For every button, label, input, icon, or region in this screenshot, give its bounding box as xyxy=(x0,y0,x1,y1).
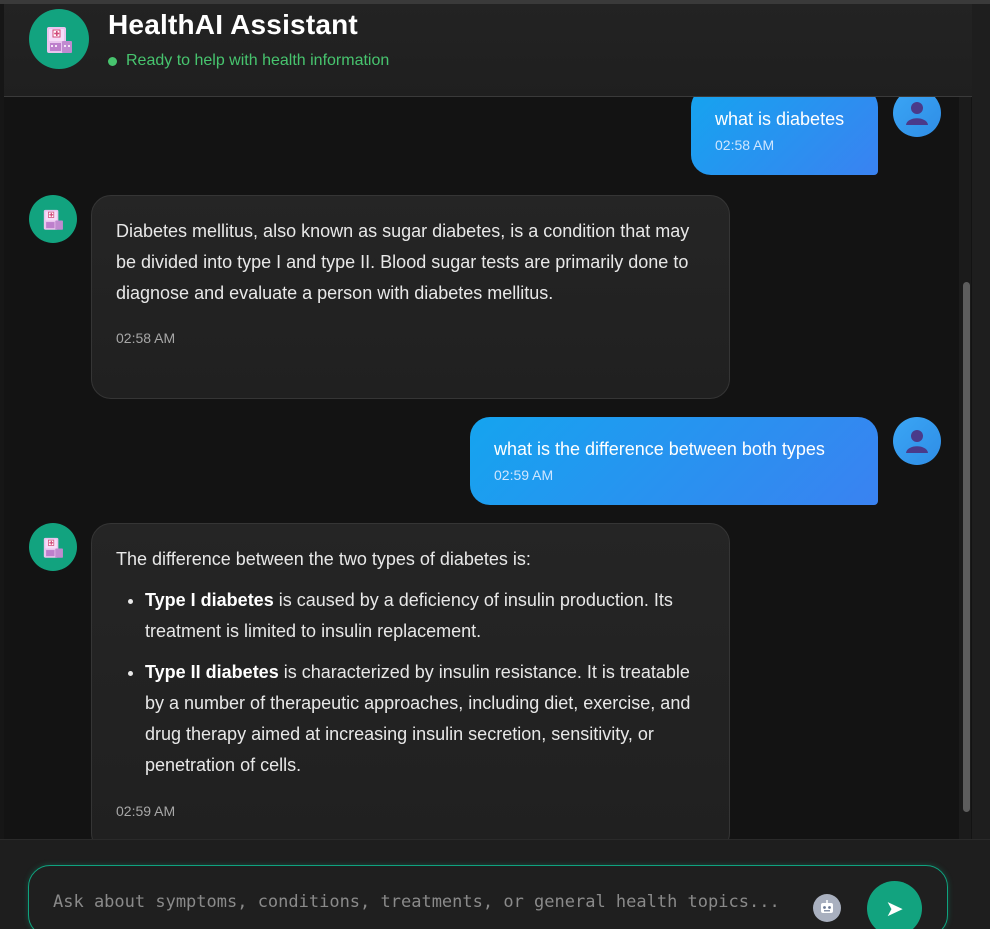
user-avatar xyxy=(893,417,941,465)
user-avatar xyxy=(893,97,941,137)
user-message-bubble: what is the difference between both type… xyxy=(470,417,878,505)
message-input[interactable] xyxy=(51,886,815,918)
assistant-message-bubble: The difference between the two types of … xyxy=(91,523,730,839)
user-icon xyxy=(906,430,928,453)
assistant-avatar xyxy=(29,523,77,571)
chat-input-area: ➤ xyxy=(0,839,990,929)
assistant-avatar xyxy=(29,195,77,243)
user-icon xyxy=(906,102,928,125)
status-text: Ready to help with health information xyxy=(126,52,390,69)
hospital-icon xyxy=(43,209,63,230)
message-time: 02:58 AM xyxy=(116,330,176,346)
diabetes-types-list: Type I diabetes is caused by a deficienc… xyxy=(116,585,705,781)
window-right-edge xyxy=(972,4,990,842)
message-time: 02:58 AM xyxy=(715,137,775,153)
hospital-icon xyxy=(43,537,63,558)
send-icon: ➤ xyxy=(885,895,904,921)
message-time: 02:59 AM xyxy=(494,467,554,483)
user-message-bubble: what is diabetes 02:58 AM xyxy=(691,97,878,175)
message-input-container: ➤ xyxy=(28,865,948,929)
list-item-title: Type II diabetes xyxy=(145,662,279,682)
list-item-title: Type I diabetes xyxy=(145,590,274,610)
status-indicator: Ready to help with health information xyxy=(108,52,389,70)
chat-scrollbar-thumb[interactable] xyxy=(963,282,970,812)
hospital-icon xyxy=(29,9,89,69)
message-text: what is diabetes xyxy=(715,109,845,129)
message-text: Diabetes mellitus, also known as sugar d… xyxy=(116,221,690,303)
message-time: 02:59 AM xyxy=(116,803,176,819)
assistant-message-bubble: Diabetes mellitus, also known as sugar d… xyxy=(91,195,730,399)
page-title: HealthAI Assistant xyxy=(108,9,358,40)
message-intro: The difference between the two types of … xyxy=(116,549,531,569)
status-dot-icon xyxy=(108,56,117,66)
list-item: Type II diabetes is characterized by ins… xyxy=(145,657,705,781)
list-item: Type I diabetes is caused by a deficienc… xyxy=(145,585,705,647)
chat-header: HealthAI Assistant Ready to help with he… xyxy=(4,4,972,97)
message-text: what is the difference between both type… xyxy=(494,439,825,459)
send-button[interactable]: ➤ xyxy=(867,881,922,929)
health-chat-app: HealthAI Assistant Ready to help with he… xyxy=(0,0,990,929)
robot-icon[interactable] xyxy=(813,894,841,922)
chat-messages: what is diabetes 02:58 AM Diabetes melli… xyxy=(4,97,972,839)
